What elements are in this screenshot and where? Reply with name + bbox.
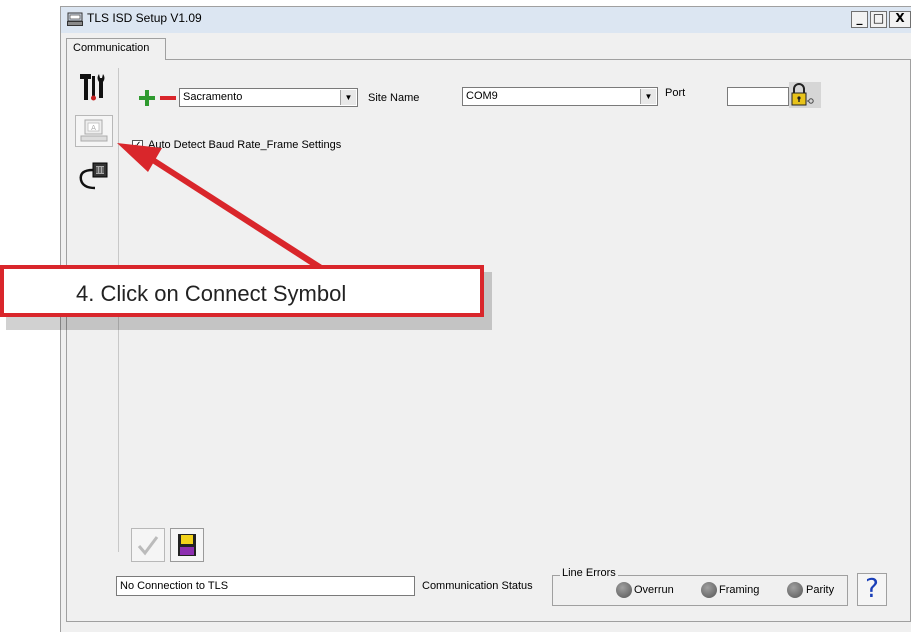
save-button[interactable]: [170, 528, 204, 562]
cable-plug-icon: [79, 162, 108, 190]
plus-icon: [139, 90, 155, 106]
help-button[interactable]: ?: [857, 573, 887, 606]
minimize-button[interactable]: _: [851, 11, 868, 28]
checkmark-icon: [137, 536, 159, 556]
framing-label: Framing: [719, 584, 760, 596]
site-name-value: Sacramento: [183, 91, 243, 103]
parity-led: [787, 582, 803, 598]
padlock-key-icon: [791, 83, 814, 106]
port-combo[interactable]: COM9 ▼: [462, 87, 658, 106]
auto-detect-label: Auto Detect Baud Rate_Frame Settings: [148, 139, 342, 151]
connect-icon: A: [80, 119, 108, 142]
add-site-button[interactable]: [138, 89, 156, 107]
svg-text:A: A: [91, 124, 96, 132]
window-title: TLS ISD Setup V1.09: [87, 11, 202, 25]
overrun-led: [616, 582, 632, 598]
maximize-button[interactable]: □: [870, 11, 887, 28]
line-errors-label: Line Errors: [560, 567, 618, 579]
connection-status-field: No Connection to TLS: [116, 576, 415, 596]
tab-communication[interactable]: Communication: [66, 38, 166, 60]
line-errors-group: [552, 575, 848, 606]
apply-button[interactable]: [131, 528, 165, 562]
site-name-label: Site Name: [368, 92, 420, 104]
cable-button[interactable]: [75, 160, 113, 192]
site-name-combo[interactable]: Sacramento ▼: [179, 88, 358, 107]
chevron-down-icon[interactable]: ▼: [640, 89, 656, 104]
instruction-text: 4. Click on Connect Symbol: [76, 281, 347, 306]
close-button[interactable]: X: [889, 11, 911, 28]
communication-status-label: Communication Status: [422, 580, 533, 592]
port-input[interactable]: [727, 87, 789, 106]
app-icon: [67, 12, 83, 26]
tools-button[interactable]: [75, 70, 113, 102]
connect-button[interactable]: A: [75, 115, 113, 147]
floppy-disk-icon: [178, 534, 196, 556]
tools-icon: [80, 74, 105, 101]
parity-label: Parity: [806, 584, 835, 596]
lock-button[interactable]: [789, 82, 821, 108]
remove-site-button[interactable]: [159, 89, 177, 107]
port-value: COM9: [466, 90, 498, 102]
auto-detect-checkbox[interactable]: ✓: [132, 140, 143, 151]
minus-icon: [160, 96, 176, 100]
overrun-label: Overrun: [634, 584, 674, 596]
port-label: Port: [665, 87, 686, 99]
chevron-down-icon[interactable]: ▼: [340, 90, 356, 105]
framing-led: [701, 582, 717, 598]
